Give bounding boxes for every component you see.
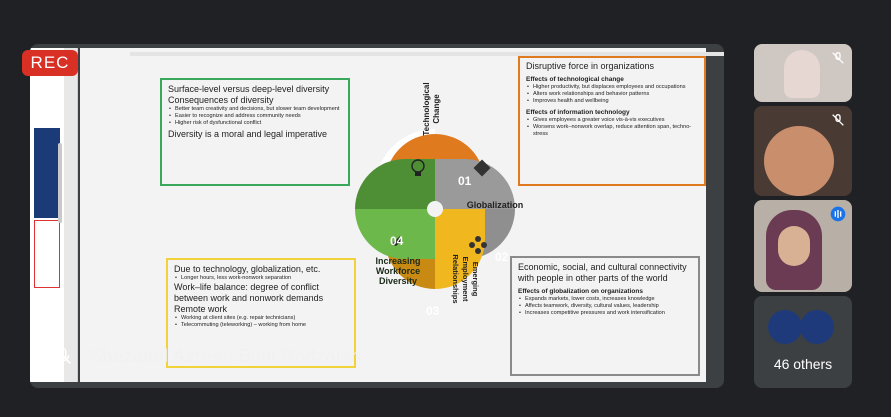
employment-relationships-label: Emerging Employment Relationships xyxy=(451,254,480,304)
four-forces-diagram: Technological Change 01 Globalization 02… xyxy=(330,82,540,318)
list-item: Alters work relationships and behavior p… xyxy=(526,91,698,98)
diversity-title: Surface-level versus deep-level diversit… xyxy=(168,84,330,94)
others-tile[interactable]: 46 others xyxy=(754,296,852,388)
list-item: Higher productivity, but displaces emplo… xyxy=(526,84,698,91)
work-life-title: Due to technology, globalization, etc. xyxy=(174,264,321,274)
list-item: Gives employees a greater voice vis-à-vi… xyxy=(526,117,698,124)
list-item: Better team creativity and decisions, bu… xyxy=(168,106,342,113)
avatar xyxy=(800,310,834,344)
avatar xyxy=(768,310,802,344)
mic-off-icon xyxy=(832,52,844,64)
quadrant-number-03: 03 xyxy=(426,304,440,318)
mic-off-icon xyxy=(832,114,844,126)
presenter-name: Shazaitul Azreen Binti Rodzalan xyxy=(90,346,362,366)
list-item: Higher risk of dysfunctional conflict xyxy=(168,120,342,127)
work-life-balance-text: Work–life balance: degree of conflict be… xyxy=(174,282,324,303)
participant-tile[interactable] xyxy=(754,106,852,196)
recording-badge: REC xyxy=(22,50,78,76)
presentation-slide: Surface-level versus deep-level diversit… xyxy=(80,48,724,382)
disruptive-force-box: Disruptive force in organizations Effect… xyxy=(518,56,706,186)
quadrant-number-01: 01 xyxy=(458,174,472,188)
list-item: Increases competitive pressures and work… xyxy=(518,310,692,317)
globalization-list: Expands markets, lower costs, increases … xyxy=(518,296,692,317)
shared-screen: Surface-level versus deep-level diversit… xyxy=(30,44,724,388)
list-item: Working at client sites (e.g. repair tec… xyxy=(174,315,348,322)
participant-tile[interactable] xyxy=(754,200,852,292)
diversity-box: Surface-level versus deep-level diversit… xyxy=(160,78,350,186)
globalization-subtitle: Effects of globalization on organization… xyxy=(518,288,643,295)
meeting-window: Surface-level versus deep-level diversit… xyxy=(0,0,891,417)
tech-change-subtitle: Effects of technological change xyxy=(526,76,624,83)
globalization-title: Economic, social, and cultural connectiv… xyxy=(518,262,687,283)
globalization-label: Globalization xyxy=(466,200,524,210)
list-item: Telecommuting (teleworking) – working fr… xyxy=(174,322,348,329)
slide-thumbnail[interactable] xyxy=(34,220,60,288)
workforce-diversity-label: Increasing Workforce Diversity xyxy=(375,256,421,286)
list-item: Expands markets, lower costs, increases … xyxy=(518,296,692,303)
thumbnail-scrollbar[interactable] xyxy=(58,143,62,223)
list-item: Improves health and wellbeing xyxy=(526,98,698,105)
slide-thumbnails-panel[interactable] xyxy=(30,48,64,382)
work-life-list: Longer hours, less work-nonwork separati… xyxy=(174,275,348,282)
consequences-list: Better team creativity and decisions, bu… xyxy=(168,106,342,127)
list-item: Worsens work–nonwork overlap, reduce att… xyxy=(526,124,698,138)
mic-off-icon xyxy=(55,347,71,364)
participant-video xyxy=(764,126,834,196)
others-count: 46 others xyxy=(773,356,833,372)
info-tech-subtitle: Effects of information technology xyxy=(526,109,630,116)
diagram-center xyxy=(427,201,443,217)
quadrant-number-04: 04 xyxy=(390,234,404,248)
quadrant-number-02: 02 xyxy=(495,250,509,264)
vertical-ruler xyxy=(64,48,78,382)
speaking-indicator-icon xyxy=(830,206,846,222)
technological-change-label: Technological Change xyxy=(422,82,441,136)
remote-work-list: Working at client sites (e.g. repair tec… xyxy=(174,315,348,329)
quadrant-workforce-upper xyxy=(355,159,435,209)
list-item: Easier to recognize and address communit… xyxy=(168,113,342,120)
participant-tile[interactable] xyxy=(754,44,852,102)
list-item: Affects teamwork, diversity, cultural va… xyxy=(518,303,692,310)
diversity-footer: Diversity is a moral and legal imperativ… xyxy=(168,129,328,139)
tech-change-list: Higher productivity, but displaces emplo… xyxy=(526,84,698,105)
list-item: Longer hours, less work-nonwork separati… xyxy=(174,275,348,282)
participant-face xyxy=(778,226,810,266)
consequences-title: Consequences of diversity xyxy=(168,95,274,105)
remote-work-text: Remote work xyxy=(174,304,228,314)
info-tech-list: Gives employees a greater voice vis-à-vi… xyxy=(526,117,698,138)
slide-thumbnail[interactable] xyxy=(34,128,60,218)
participant-video xyxy=(784,50,820,98)
disruptive-title: Disruptive force in organizations xyxy=(526,61,655,71)
